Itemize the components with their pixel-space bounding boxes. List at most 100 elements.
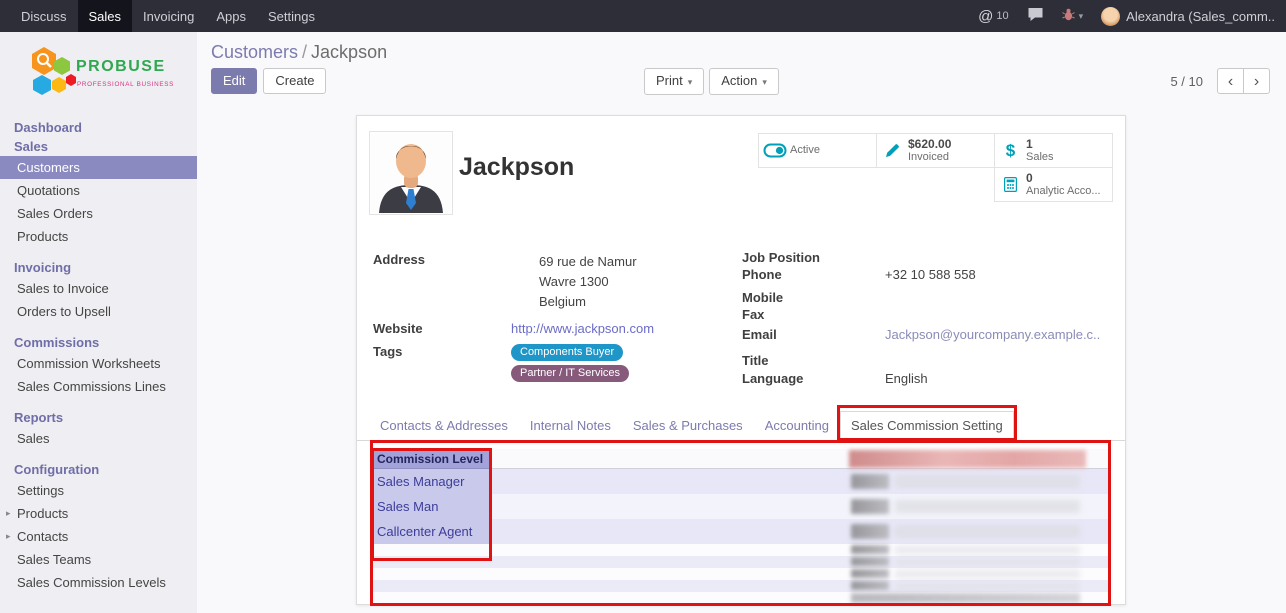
- calculator-icon: [995, 177, 1026, 192]
- action-label: Action: [721, 73, 757, 88]
- right-field-group: Job Position Phone +32 10 588 558 Mobile…: [742, 250, 1114, 388]
- sidebar-item-config-products[interactable]: ▸Products: [0, 502, 197, 525]
- commission-level-header[interactable]: Commission Level: [373, 449, 492, 469]
- tab-internal-notes[interactable]: Internal Notes: [519, 411, 622, 441]
- logo-subtitle: PROFESSIONAL BUSINESS: [77, 81, 174, 88]
- tab-sales-commission-setting[interactable]: Sales Commission Setting: [840, 411, 1014, 441]
- phone-label: Phone: [742, 267, 885, 282]
- sidebar-item-sales-orders[interactable]: Sales Orders: [0, 202, 197, 225]
- website-link[interactable]: http://www.jackpson.com: [511, 321, 654, 336]
- sidebar-item-commission-worksheets[interactable]: Commission Worksheets: [0, 352, 197, 375]
- customer-avatar: [369, 131, 453, 215]
- messages-button[interactable]: [1018, 0, 1053, 32]
- sidebar-item-orders-to-upsell[interactable]: Orders to Upsell: [0, 300, 197, 323]
- tab-contacts-addresses[interactable]: Contacts & Addresses: [369, 411, 519, 441]
- stat-button-analytic-accounts[interactable]: 0 Analytic Acco...: [994, 167, 1113, 202]
- stat-button-invoiced[interactable]: $620.00 Invoiced: [876, 133, 995, 168]
- breadcrumb-separator: /: [298, 42, 311, 62]
- app-menus: Discuss Sales Invoicing Apps Settings: [0, 0, 326, 32]
- menu-sales[interactable]: Sales: [78, 0, 133, 32]
- menu-discuss[interactable]: Discuss: [10, 0, 78, 32]
- stat-label: Active: [790, 144, 820, 156]
- redacted-blur: [895, 558, 1080, 566]
- bug-icon: [1062, 8, 1075, 24]
- row-label: Sales Manager: [373, 469, 492, 494]
- mention-count-badge: 10: [996, 10, 1008, 22]
- notebook-tabs: Contacts & Addresses Internal Notes Sale…: [357, 414, 1125, 441]
- sidebar-item-customers[interactable]: Customers: [0, 156, 197, 179]
- tab-label: Sales Commission Setting: [851, 418, 1003, 433]
- tags-value: Components Buyer Partner / IT Services: [511, 344, 629, 382]
- address-value: 69 rue de Namur Wavre 1300 Belgium: [511, 252, 637, 312]
- top-navbar: Discuss Sales Invoicing Apps Settings @ …: [0, 0, 1286, 32]
- redacted-blur: [851, 581, 889, 590]
- redacted-blur: [895, 500, 1080, 513]
- sidebar-item-sales-commissions-lines[interactable]: Sales Commissions Lines: [0, 375, 197, 398]
- action-menu-button[interactable]: Action▾: [709, 68, 779, 95]
- empty-table-row: [373, 568, 1111, 580]
- user-menu[interactable]: Alexandra (Sales_comm..: [1092, 0, 1284, 32]
- commission-table: Commission Level Sales Manager Sales Man: [373, 449, 1111, 605]
- tab-sales-purchases[interactable]: Sales & Purchases: [622, 411, 754, 441]
- redacted-blur: [849, 450, 1086, 468]
- empty-table-row: [373, 544, 1111, 556]
- pager-count: 5 / 10: [1170, 74, 1203, 89]
- sidebar-heading-commissions[interactable]: Commissions: [0, 333, 197, 352]
- breadcrumb-link-customers[interactable]: Customers: [211, 42, 298, 62]
- create-button[interactable]: Create: [263, 68, 326, 94]
- sidebar-item-sales-commission-levels[interactable]: Sales Commission Levels: [0, 571, 197, 594]
- email-label: Email: [742, 327, 885, 342]
- sidebar-item-config-contacts[interactable]: ▸Contacts: [0, 525, 197, 548]
- table-row[interactable]: Sales Man: [373, 494, 1111, 519]
- chevron-down-icon: ▾: [688, 77, 693, 87]
- edit-button[interactable]: Edit: [211, 68, 257, 94]
- redacted-blur: [851, 593, 1080, 603]
- app-window: Discuss Sales Invoicing Apps Settings @ …: [0, 0, 1286, 613]
- redacted-cell: [849, 469, 1086, 494]
- redacted-header-cell: [849, 449, 1086, 469]
- tag-partner-it-services: Partner / IT Services: [511, 365, 629, 382]
- empty-table-row: [373, 592, 1111, 605]
- customer-name-title: Jackpson: [459, 153, 574, 182]
- menu-settings[interactable]: Settings: [257, 0, 326, 32]
- menu-invoicing[interactable]: Invoicing: [132, 0, 205, 32]
- mentions-button[interactable]: @ 10: [969, 0, 1017, 32]
- language-label: Language: [742, 371, 885, 386]
- redacted-blur: [895, 546, 1080, 554]
- empty-table-row: [373, 556, 1111, 568]
- control-panel: Edit Create Print▾ Action▾ 5 / 10 ‹ ›: [211, 68, 1270, 96]
- table-row[interactable]: Callcenter Agent: [373, 519, 1111, 544]
- sidebar-item-sales-to-invoice[interactable]: Sales to Invoice: [0, 277, 197, 300]
- mobile-label: Mobile: [742, 290, 885, 305]
- debug-menu-button[interactable]: ▾: [1053, 0, 1093, 32]
- stat-button-sales[interactable]: $ 1 Sales: [994, 133, 1113, 168]
- redacted-cell: [849, 519, 1086, 544]
- sidebar-item-settings[interactable]: Settings: [0, 479, 197, 502]
- redacted-blur: [895, 582, 1080, 590]
- stat-button-active[interactable]: Active: [758, 133, 877, 168]
- sidebar-heading-reports[interactable]: Reports: [0, 408, 197, 427]
- table-row[interactable]: Sales Manager: [373, 469, 1111, 494]
- sidebar-heading-dashboard[interactable]: Dashboard: [0, 118, 197, 137]
- main-content: Customers/ Jackpson Edit Create Print▾ Ac…: [197, 32, 1286, 613]
- sidebar-item-reports-sales[interactable]: Sales: [0, 427, 197, 450]
- pager-next-button[interactable]: ›: [1243, 68, 1270, 94]
- sidebar-item-quotations[interactable]: Quotations: [0, 179, 197, 202]
- sidebar-heading-sales[interactable]: Sales: [0, 137, 197, 156]
- menu-apps[interactable]: Apps: [205, 0, 257, 32]
- tab-accounting[interactable]: Accounting: [754, 411, 840, 441]
- job-position-label: Job Position: [742, 250, 885, 265]
- sidebar-item-sales-teams[interactable]: Sales Teams: [0, 548, 197, 571]
- print-menu-button[interactable]: Print▾: [644, 68, 704, 95]
- stat-label: Analytic Acco...: [1026, 185, 1101, 197]
- pager-prev-button[interactable]: ‹: [1217, 68, 1244, 94]
- email-link[interactable]: Jackpson@yourcompany.example.c..: [885, 327, 1100, 342]
- sidebar-heading-configuration[interactable]: Configuration: [0, 460, 197, 479]
- sidebar: PROBUSE PROFESSIONAL BUSINESS Dashboard …: [0, 32, 197, 613]
- sidebar-item-products[interactable]: Products: [0, 225, 197, 248]
- sidebar-heading-invoicing[interactable]: Invoicing: [0, 258, 197, 277]
- tags-label: Tags: [373, 344, 511, 382]
- stat-value: $620.00: [908, 138, 951, 151]
- website-label: Website: [373, 321, 511, 336]
- probuse-logo[interactable]: PROBUSE PROFESSIONAL BUSINESS: [0, 32, 197, 108]
